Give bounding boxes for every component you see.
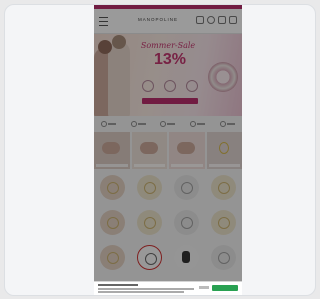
usp-item: [160, 121, 176, 127]
category-tile[interactable]: [169, 132, 205, 169]
cookie-accept-button[interactable]: [212, 285, 238, 291]
feature-icon: [164, 80, 176, 92]
usp-item: [219, 121, 235, 127]
usp-icon: [160, 121, 167, 127]
site-header: MANOPOLINE: [94, 9, 242, 34]
category-circle[interactable]: [211, 210, 236, 235]
hero-discount: 13%: [153, 51, 187, 68]
usp-icon: [190, 121, 197, 127]
cookie-text: [98, 288, 194, 290]
menu-icon[interactable]: [99, 17, 108, 26]
usp-item: [190, 121, 206, 127]
usp-icon: [130, 121, 137, 127]
category-tile[interactable]: [206, 132, 242, 169]
usp-icon: [101, 121, 108, 127]
category-circle[interactable]: [100, 245, 125, 270]
feature-icon: [142, 80, 154, 92]
usp-bar: [94, 117, 242, 131]
preview-card: MANOPOLINE Sommer-Sale 13% ​: [4, 4, 316, 296]
category-circle[interactable]: [100, 175, 125, 200]
wishlist-icon[interactable]: [207, 16, 215, 24]
cookie-banner: [94, 281, 242, 295]
category-circle[interactable]: [137, 245, 162, 270]
category-circle[interactable]: [211, 175, 236, 200]
category-circle[interactable]: [174, 175, 199, 200]
usp-icon: [219, 121, 226, 127]
category-circle[interactable]: [174, 245, 199, 270]
couple-photo: [94, 35, 136, 116]
category-circle[interactable]: [137, 210, 162, 235]
site-logo[interactable]: MANOPOLINE: [138, 17, 178, 22]
usp-item: [101, 121, 117, 127]
account-icon[interactable]: [218, 16, 226, 24]
cookie-title: [98, 284, 138, 286]
hero-features: [142, 80, 198, 92]
hero-cta-button[interactable]: [142, 98, 198, 104]
mobile-page: MANOPOLINE Sommer-Sale 13% ​: [94, 5, 242, 295]
category-tiles: [94, 132, 242, 169]
ring-product-image: [208, 62, 238, 92]
usp-item: [130, 121, 146, 127]
product-category-grid: [94, 175, 242, 270]
hero-banner[interactable]: Sommer-Sale 13% ​: [94, 34, 242, 116]
hero-subtitle: ​: [146, 71, 194, 75]
feature-icon: [186, 80, 198, 92]
category-circle[interactable]: [174, 210, 199, 235]
cart-icon[interactable]: [229, 16, 237, 24]
category-tile[interactable]: [131, 132, 167, 169]
category-circle[interactable]: [100, 210, 125, 235]
category-circle[interactable]: [137, 175, 162, 200]
cookie-settings-link[interactable]: [199, 286, 209, 289]
category-circle[interactable]: [211, 245, 236, 270]
category-tile[interactable]: [94, 132, 130, 169]
hero-title: Sommer-Sale: [140, 41, 196, 50]
search-icon[interactable]: [196, 16, 204, 24]
header-actions: [196, 16, 237, 24]
cookie-text: [98, 291, 184, 293]
